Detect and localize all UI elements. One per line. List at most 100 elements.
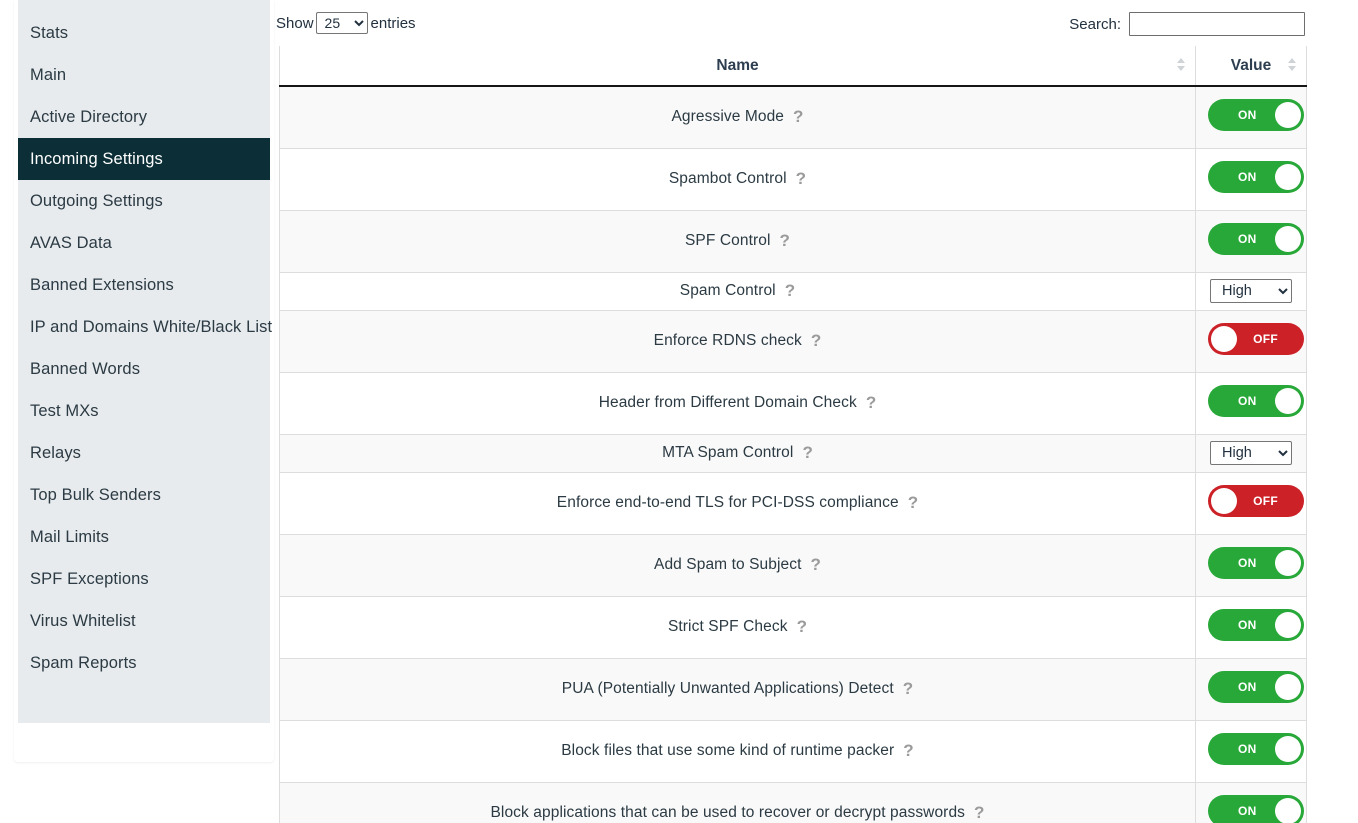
toggle-switch-on[interactable]: ON: [1208, 546, 1304, 579]
table-row: SPF Control? ON: [279, 210, 1307, 273]
column-header-name[interactable]: Name: [279, 46, 1196, 87]
sidebar-item-label: Banned Extensions: [30, 275, 174, 294]
toggle-state-label: ON: [1238, 617, 1257, 632]
help-question-icon[interactable]: ?: [974, 803, 984, 823]
toggle-state-label: ON: [1238, 169, 1257, 184]
sidebar-item-label: Mail Limits: [30, 527, 110, 546]
help-question-icon[interactable]: ?: [903, 679, 913, 699]
sidebar-item-top-bulk-senders[interactable]: Top Bulk Senders: [18, 474, 270, 516]
sort-arrows-icon: [1177, 57, 1186, 74]
sidebar-item-label: Virus Whitelist: [30, 611, 136, 630]
setting-name-cell: Block files that use some kind of runtim…: [279, 720, 1196, 783]
toggle-switch-on[interactable]: ON: [1208, 608, 1304, 641]
column-header-value-label: Value: [1230, 56, 1272, 74]
setting-name-cell: Agressive Mode?: [279, 86, 1196, 149]
toggle-switch-on[interactable]: ON: [1208, 794, 1304, 823]
help-question-icon[interactable]: ?: [785, 281, 795, 301]
help-question-icon[interactable]: ?: [908, 493, 918, 513]
toggle-state-label: ON: [1238, 803, 1257, 818]
setting-value-cell: ON: [1195, 596, 1307, 659]
toggle-switch-on[interactable]: ON: [1208, 384, 1304, 417]
sidebar-item-main[interactable]: Main: [18, 54, 270, 96]
settings-table: Name Value Agressive Mode? ON Spambot Cont…: [279, 46, 1307, 823]
help-question-icon[interactable]: ?: [793, 107, 803, 127]
help-question-icon[interactable]: ?: [811, 331, 821, 351]
sidebar-item-outgoing-settings[interactable]: Outgoing Settings: [18, 180, 270, 222]
entries-label: entries: [370, 14, 416, 32]
toggle-state-label: ON: [1238, 679, 1257, 694]
setting-name-label: SPF Control: [684, 232, 771, 249]
setting-value-cell: ON: [1195, 720, 1307, 783]
table-row: Enforce end-to-end TLS for PCI-DSS compl…: [279, 472, 1307, 535]
setting-name-cell: Enforce RDNS check?: [279, 310, 1196, 373]
sidebar-item-avas-data[interactable]: AVAS Data: [18, 222, 270, 264]
sidebar-item-stats[interactable]: Stats: [18, 12, 270, 54]
toggle-switch-off[interactable]: OFF: [1208, 322, 1304, 355]
sidebar-item-test-mxs[interactable]: Test MXs: [18, 390, 270, 432]
search-input[interactable]: [1129, 12, 1305, 36]
sidebar-item-spam-reports[interactable]: Spam Reports: [18, 642, 270, 684]
sidebar-item-relays[interactable]: Relays: [18, 432, 270, 474]
level-select[interactable]: OffLowMediumHigh: [1210, 279, 1292, 303]
toggle-switch-on[interactable]: ON: [1208, 160, 1304, 193]
toggle-switch-off[interactable]: OFF: [1208, 484, 1304, 517]
sidebar-item-active-directory[interactable]: Active Directory: [18, 96, 270, 138]
setting-name-cell: Spam Control?: [279, 272, 1196, 311]
sidebar-item-ip-and-domains-white-black-list[interactable]: IP and Domains White/Black List: [18, 306, 272, 348]
help-question-icon[interactable]: ?: [802, 443, 812, 463]
setting-name-label: MTA Spam Control: [662, 444, 794, 461]
sidebar-item-banned-extensions[interactable]: Banned Extensions: [18, 264, 270, 306]
setting-name-cell: Strict SPF Check?: [279, 596, 1196, 659]
table-row: Strict SPF Check? ON: [279, 596, 1307, 659]
main-content: Show 102550100 entries Search: Name Valu…: [276, 0, 1358, 823]
table-head: Name Value: [279, 46, 1307, 87]
toggle-switch-on[interactable]: ON: [1208, 98, 1304, 131]
sidebar-item-label: Relays: [30, 443, 82, 462]
setting-value-cell: ON: [1195, 148, 1307, 211]
setting-name-cell: Spambot Control?: [279, 148, 1196, 211]
table-header-row: Name Value: [279, 46, 1307, 87]
help-question-icon[interactable]: ?: [866, 393, 876, 413]
toggle-switch-on[interactable]: ON: [1208, 222, 1304, 255]
sidebar-item-label: Stats: [30, 23, 69, 42]
page-length-select[interactable]: 102550100: [315, 12, 368, 34]
toggle-knob: [1275, 225, 1301, 252]
sidebar-item-label: Incoming Settings: [30, 149, 163, 168]
setting-name-label: Add Spam to Subject: [654, 556, 802, 573]
table-controls: Show 102550100 entries Search:: [276, 0, 1358, 46]
toggle-switch-on[interactable]: ON: [1208, 670, 1304, 703]
toggle-knob: [1275, 611, 1301, 638]
setting-value-cell: ON: [1195, 534, 1307, 597]
sidebar-item-label: Top Bulk Senders: [30, 485, 161, 504]
sidebar-item-spf-exceptions[interactable]: SPF Exceptions: [18, 558, 270, 600]
sidebar-item-mail-limits[interactable]: Mail Limits: [18, 516, 270, 558]
table-row: Block applications that can be used to r…: [279, 782, 1307, 823]
setting-value-cell: ON: [1195, 782, 1307, 823]
sidebar-item-banned-words[interactable]: Banned Words: [18, 348, 270, 390]
column-header-value[interactable]: Value: [1195, 46, 1307, 87]
setting-name-cell: SPF Control?: [279, 210, 1196, 273]
toggle-state-label: ON: [1238, 393, 1257, 408]
help-question-icon[interactable]: ?: [903, 741, 913, 761]
sidebar-item-virus-whitelist[interactable]: Virus Whitelist: [18, 600, 270, 642]
toggle-knob: [1275, 163, 1301, 190]
sidebar-item-label: Main: [30, 65, 67, 84]
column-header-name-label: Name: [716, 56, 759, 74]
setting-value-cell: ON: [1195, 372, 1307, 435]
sidebar-item-incoming-settings[interactable]: Incoming Settings: [18, 138, 270, 180]
toggle-knob: [1211, 325, 1237, 352]
toggle-knob: [1275, 735, 1301, 762]
setting-name-label: Strict SPF Check: [667, 618, 788, 635]
level-select[interactable]: OffLowMediumHigh: [1210, 441, 1292, 465]
help-question-icon[interactable]: ?: [780, 231, 790, 251]
setting-value-cell: ON: [1195, 658, 1307, 721]
help-question-icon[interactable]: ?: [811, 555, 821, 575]
help-question-icon[interactable]: ?: [796, 169, 806, 189]
setting-name-cell: Block applications that can be used to r…: [279, 782, 1196, 823]
help-question-icon[interactable]: ?: [797, 617, 807, 637]
search-label: Search:: [1069, 15, 1121, 33]
setting-name-label: Enforce RDNS check: [653, 332, 802, 349]
setting-name-cell: Enforce end-to-end TLS for PCI-DSS compl…: [279, 472, 1196, 535]
setting-value-cell: OffLowMediumHigh: [1195, 272, 1307, 311]
toggle-switch-on[interactable]: ON: [1208, 732, 1304, 765]
